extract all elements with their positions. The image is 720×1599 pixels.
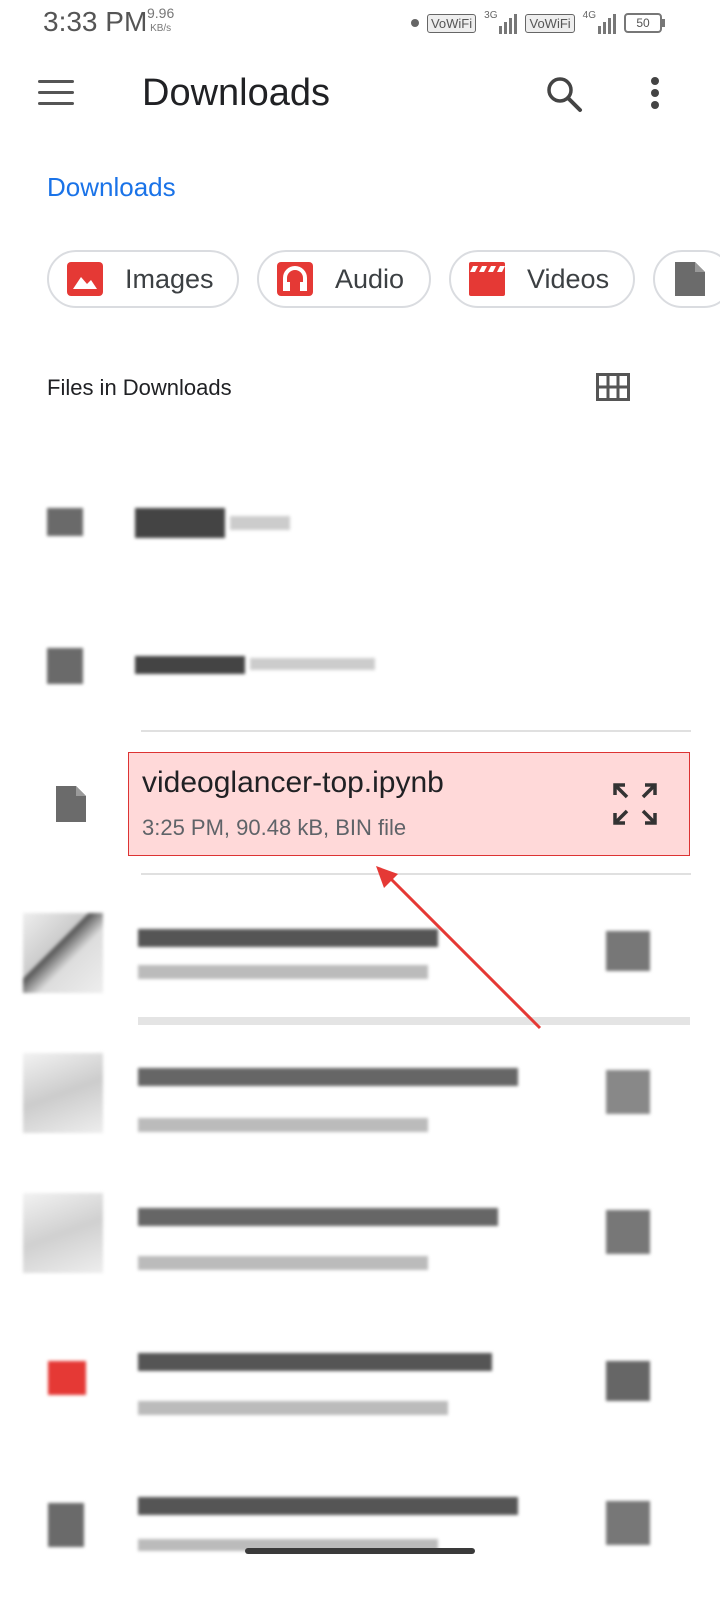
chip-label: Videos (527, 263, 610, 294)
chip-audio[interactable]: Audio (257, 250, 431, 308)
hamburger-menu-icon[interactable] (38, 80, 74, 108)
status-icons: VoWiFi 3G VoWiFi 4G 50 (410, 8, 665, 38)
list-item[interactable] (0, 1050, 720, 1150)
expand-icon[interactable] (606, 1361, 650, 1401)
vowifi-badge: VoWiFi (426, 13, 477, 33)
video-clapper-icon (469, 262, 505, 296)
expand-icon[interactable] (606, 1210, 650, 1254)
network-speed-unit: KB/s (150, 23, 172, 34)
redacted-file-name (138, 1353, 492, 1371)
expand-icon[interactable] (606, 1070, 650, 1114)
chip-images[interactable]: Images (47, 250, 239, 308)
headphones-icon (277, 262, 313, 296)
network-speed-value: 9.96 (147, 5, 175, 21)
list-item[interactable] (0, 630, 720, 720)
chip-documents[interactable] (653, 250, 720, 308)
chip-label: Audio (335, 263, 405, 294)
redacted-file-name (138, 1208, 498, 1226)
list-item[interactable] (0, 1190, 720, 1290)
file-icon (54, 784, 88, 824)
redacted-file-name (138, 1497, 518, 1515)
file-details: 3:25 PM, 90.48 kB, BIN file (142, 815, 407, 840)
search-icon[interactable] (544, 74, 584, 114)
chip-label: Images (125, 263, 214, 294)
redacted-file-name (135, 508, 225, 538)
grid-view-icon[interactable] (596, 373, 630, 401)
redacted-file-meta (138, 1118, 428, 1132)
battery-icon: 50 (624, 13, 665, 33)
document-icon (675, 262, 705, 296)
divider (141, 730, 691, 732)
network-speed: 9.96 KB/s (147, 6, 174, 36)
signal-icon (499, 12, 518, 34)
video-icon (48, 1361, 86, 1395)
file-name: videoglancer-top.ipynb (142, 766, 444, 799)
section-title: Files in Downloads (47, 375, 232, 400)
expand-icon[interactable] (606, 931, 650, 971)
divider (138, 1017, 690, 1025)
redacted-file-name (250, 658, 375, 670)
vowifi-badge: VoWiFi (525, 13, 575, 33)
notification-dot-icon (410, 19, 419, 27)
expand-icon[interactable] (606, 1501, 650, 1545)
redacted-file-name (230, 516, 290, 530)
network-type-label: 4G (582, 9, 596, 21)
file-icon (48, 1503, 84, 1547)
file-icon (47, 648, 83, 684)
gesture-bar[interactable] (245, 1548, 475, 1554)
folder-icon (47, 508, 83, 536)
breadcrumb[interactable]: Downloads (47, 172, 176, 203)
list-item[interactable] (0, 480, 720, 570)
expand-icon[interactable] (610, 780, 660, 828)
list-item[interactable] (0, 905, 720, 1015)
page-title: Downloads (142, 72, 330, 114)
thumbnail (23, 1193, 103, 1273)
redacted-file-meta (138, 1401, 448, 1415)
network-type-label: 3G (484, 9, 498, 21)
thumbnail (23, 913, 103, 993)
divider (141, 873, 691, 875)
image-icon (67, 262, 103, 296)
redacted-file-name (138, 1068, 518, 1086)
redacted-file-meta (138, 965, 428, 979)
redacted-file-name (135, 656, 245, 674)
list-item[interactable] (0, 1335, 720, 1435)
thumbnail (23, 1053, 103, 1133)
redacted-file-meta (138, 1256, 428, 1270)
more-vert-icon[interactable] (645, 76, 665, 112)
signal-icon (598, 12, 616, 34)
battery-level: 50 (636, 16, 650, 30)
chip-videos[interactable]: Videos (449, 250, 635, 308)
category-chips: Images Audio Videos (47, 250, 720, 308)
status-time: 3:33 PM (43, 6, 148, 37)
redacted-file-name (138, 929, 438, 947)
